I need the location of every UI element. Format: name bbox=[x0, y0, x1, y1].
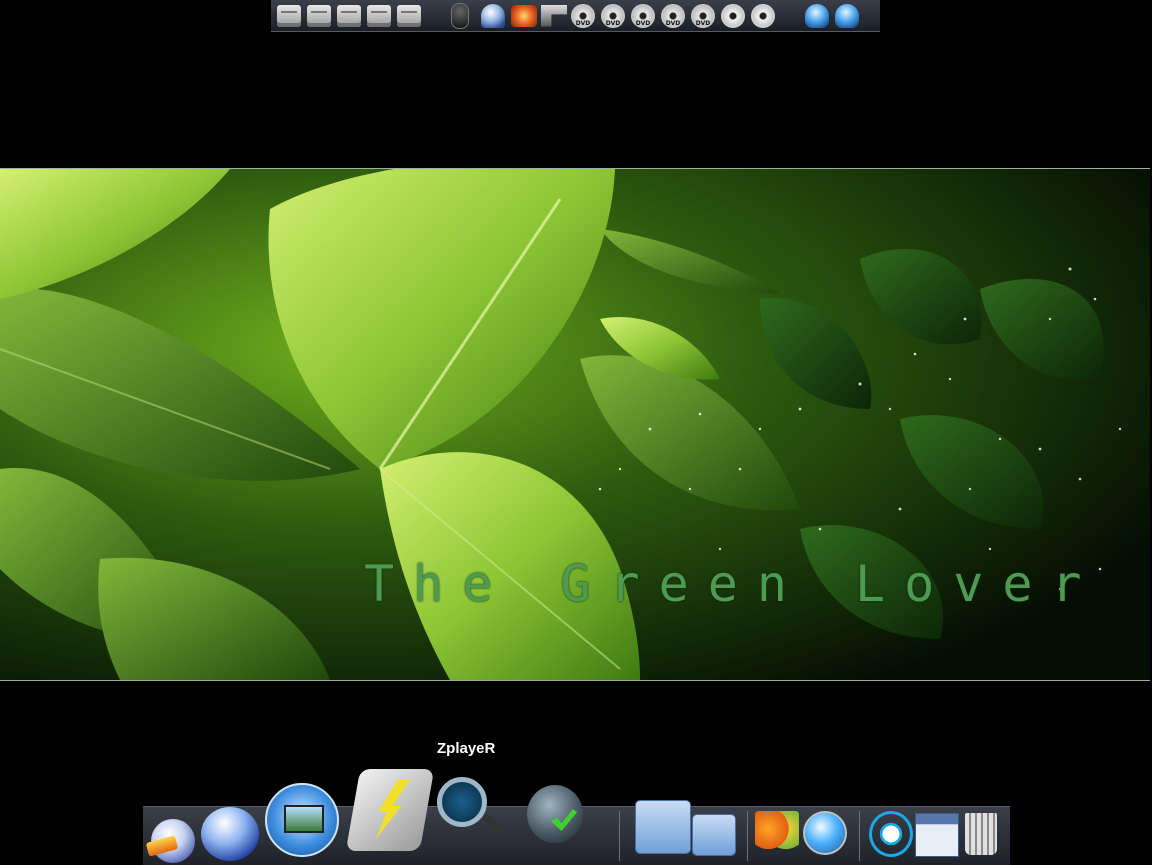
hard-drive-icon[interactable] bbox=[337, 4, 361, 27]
mail-globe-icon[interactable] bbox=[151, 819, 195, 863]
lightning-launcher-icon[interactable] bbox=[345, 769, 435, 851]
bottom-dock bbox=[143, 769, 1010, 865]
dock-separator bbox=[619, 811, 620, 861]
folder-small-icon[interactable] bbox=[693, 815, 735, 855]
trash-icon[interactable] bbox=[965, 813, 997, 855]
hard-drive-icon[interactable] bbox=[307, 4, 331, 27]
dvd-disc-icon[interactable]: DVD bbox=[661, 3, 685, 28]
folder-icon[interactable] bbox=[636, 801, 690, 853]
calendar-icon[interactable] bbox=[915, 813, 959, 857]
network-globe-icon[interactable] bbox=[805, 3, 829, 28]
dock-separator bbox=[859, 811, 860, 861]
swirl-app-icon[interactable] bbox=[869, 811, 913, 857]
hard-drive-icon[interactable] bbox=[397, 4, 421, 27]
mouse-icon[interactable] bbox=[451, 2, 469, 29]
dock-tooltip: ZplayeR bbox=[437, 740, 496, 757]
compass-icon[interactable] bbox=[803, 811, 847, 855]
check-sphere-icon[interactable] bbox=[527, 785, 583, 843]
display-settings-icon[interactable] bbox=[265, 783, 339, 857]
dvd-disc-icon[interactable]: DVD bbox=[601, 3, 625, 28]
top-dock: DVD DVD DVD DVD DVD bbox=[271, 0, 880, 32]
mushroom-icon[interactable] bbox=[481, 3, 505, 28]
cd-disc-icon[interactable] bbox=[751, 3, 775, 28]
hard-drive-icon[interactable] bbox=[367, 4, 391, 27]
cd-disc-icon[interactable] bbox=[721, 3, 745, 28]
butterfly-icon[interactable] bbox=[755, 811, 799, 855]
envelope-globe-icon[interactable] bbox=[201, 807, 259, 861]
tools-icon[interactable] bbox=[541, 4, 567, 27]
network-globe-icon[interactable] bbox=[835, 3, 859, 28]
dock-separator bbox=[747, 811, 748, 861]
wallpaper-title: The Green Lover bbox=[364, 555, 1101, 613]
zplayer-icon[interactable] bbox=[437, 777, 507, 855]
dvd-disc-icon[interactable]: DVD bbox=[631, 3, 655, 28]
dvd-disc-icon[interactable]: DVD bbox=[571, 3, 595, 28]
toolbox-icon[interactable] bbox=[511, 4, 537, 27]
hard-drive-icon[interactable] bbox=[277, 4, 301, 27]
dvd-disc-icon[interactable]: DVD bbox=[691, 3, 715, 28]
